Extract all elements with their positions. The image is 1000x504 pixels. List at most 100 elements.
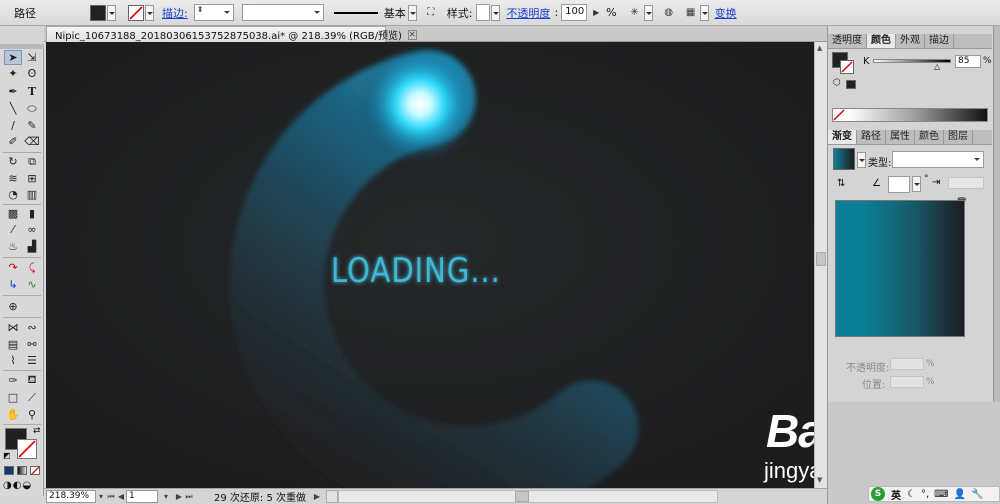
stroke-color-box[interactable] — [17, 439, 37, 459]
stop-location-field[interactable] — [890, 376, 924, 388]
aspect-ratio-field[interactable] — [948, 177, 984, 189]
toolbox-gripper[interactable] — [0, 44, 44, 49]
draw-mode-icons[interactable]: ◑◐◒ — [3, 480, 32, 491]
web-safe-swatch[interactable] — [846, 80, 856, 89]
zoom-tool-icon[interactable]: ⚲ — [23, 407, 41, 422]
tab-attributes[interactable]: 属性 — [886, 130, 915, 144]
fill-dropdown[interactable] — [107, 4, 116, 21]
document-tab[interactable]: Nipic_10673188_20180306153752875038.ai* … — [46, 26, 417, 42]
gradient-preset-dropdown[interactable] — [857, 152, 866, 168]
user-icon[interactable]: 👤 — [954, 489, 966, 500]
gradient-tool-icon[interactable]: ▮ — [23, 206, 41, 221]
last-artboard-icon[interactable]: ⏭ — [184, 492, 194, 502]
wrench-icon[interactable]: 🔧 — [971, 489, 983, 500]
zoom-field[interactable]: 218.39% — [46, 490, 96, 503]
custom-curve-tool-icon[interactable]: ↷ — [4, 260, 22, 275]
close-icon[interactable]: ✕ — [407, 29, 417, 40]
scroll-down-icon[interactable]: ▼ — [817, 476, 822, 484]
stop-opacity-field[interactable] — [890, 358, 924, 370]
graphic-style-dropdown[interactable] — [491, 4, 501, 21]
hscroll-left-button[interactable] — [326, 490, 338, 503]
line-tool-icon[interactable]: ╲ — [4, 101, 22, 116]
tab-transparency[interactable]: 透明度 — [828, 34, 867, 48]
custom-wave-tool-icon[interactable]: ∿ — [23, 277, 41, 292]
pencil-tool-icon[interactable]: ✎ — [23, 118, 41, 133]
tab-layers[interactable]: 图层 — [944, 130, 973, 144]
color-mode-icon[interactable] — [4, 466, 14, 475]
symbol-sprayer-tool-icon[interactable]: ♨ — [4, 239, 22, 254]
eraser-tool-icon[interactable]: ⌫ — [23, 134, 41, 149]
globe-icon[interactable]: ◍ — [661, 5, 677, 21]
graph-tool-icon[interactable]: ▤ — [4, 337, 22, 352]
reverse-gradient-icon[interactable]: ⇅ — [837, 178, 845, 189]
artboard-tool-icon[interactable]: □ — [4, 390, 22, 405]
panel-dock-strip[interactable] — [993, 26, 1000, 156]
hand-tool-icon[interactable]: ✋ — [4, 407, 22, 422]
sogou-logo-icon[interactable]: S — [871, 487, 885, 501]
perspective-grid-tool-icon[interactable]: ▥ — [23, 187, 41, 202]
custom-arc-tool-icon[interactable]: ⤹ — [23, 260, 41, 275]
zigzag-tool-icon[interactable]: ⌇ — [4, 353, 22, 368]
paintbrush-tool-icon[interactable]: ∕ — [4, 118, 22, 133]
punctuation-icon[interactable]: °, — [921, 489, 929, 500]
gradient-angle-dropdown[interactable] — [912, 176, 921, 192]
k-channel-field[interactable]: 85 — [955, 55, 981, 68]
eyedropper-plus-tool-icon[interactable]: ✑ — [4, 373, 22, 388]
horizontal-scrollbar[interactable] — [338, 490, 718, 503]
custom-hook-tool-icon[interactable]: ↳ — [4, 277, 22, 292]
out-of-gamut-icon[interactable]: ⬡ — [833, 78, 841, 88]
tab-stroke[interactable]: 描边 — [925, 34, 954, 48]
gradient-mode-icon[interactable] — [17, 466, 27, 475]
live-paint-tool-icon[interactable]: ⛾ — [23, 373, 41, 388]
crosshair-tool-icon[interactable]: ⊕ — [4, 299, 22, 314]
blob-brush-tool-icon[interactable]: ✐ — [4, 134, 22, 149]
opacity-link[interactable]: 不透明度 — [506, 5, 550, 21]
warp-tool-icon[interactable]: ≋ — [4, 171, 22, 186]
selection-tool-icon[interactable]: ➤ — [4, 50, 22, 65]
none-swatch-icon[interactable] — [833, 109, 845, 121]
rotate-tool-icon[interactable]: ↻ — [4, 154, 22, 169]
opacity-field[interactable]: 100 — [561, 4, 588, 21]
magic-wand-tool-icon[interactable]: ✦ — [4, 66, 22, 81]
align-grid-icon[interactable]: ⛶ — [423, 5, 439, 21]
color-spectrum-ramp[interactable] — [832, 108, 988, 122]
blend-tool-icon[interactable]: ∞ — [23, 222, 41, 237]
ellipse-tool-icon[interactable]: ⬭ — [23, 101, 41, 116]
scale-tool-icon[interactable]: ⧉ — [23, 154, 41, 169]
moon-icon[interactable]: ☾ — [907, 489, 916, 500]
prev-artboard-icon[interactable]: ◀ — [116, 492, 126, 501]
brush-dropdown[interactable] — [407, 4, 417, 21]
stroke-panel-link[interactable]: 描边: — [162, 5, 188, 21]
column-graph-tool-icon[interactable]: ▟ — [23, 239, 41, 254]
direct-selection-tool-icon[interactable]: ⇲ — [23, 50, 41, 65]
first-artboard-icon[interactable]: ⏮ — [106, 492, 116, 502]
artboard-canvas[interactable]: LOADING... Bai du 经验 jingyan.baidu.com — [46, 42, 814, 488]
twirl-tool-icon[interactable]: ∾ — [23, 320, 41, 335]
envelope-tool-icon[interactable]: ⋈ — [4, 320, 22, 335]
align-tool-icon[interactable]: ☰ — [23, 353, 41, 368]
vertical-scrollbar[interactable]: ▲ ▼ — [814, 42, 827, 488]
gradient-ramp-preview[interactable] — [835, 200, 965, 337]
lasso-tool-icon[interactable]: ʘ — [23, 66, 41, 81]
graphic-style-swatch[interactable] — [476, 4, 491, 21]
transform-dropdown[interactable] — [699, 4, 709, 21]
opacity-arrow-icon[interactable]: ▶ — [588, 5, 604, 21]
zoom-dropdown-icon[interactable]: ▾ — [96, 492, 106, 501]
pathfinder-tool-icon[interactable]: ⚯ — [23, 337, 41, 352]
tab-color-2[interactable]: 颜色 — [915, 130, 944, 144]
stroke-dropdown[interactable] — [145, 4, 154, 21]
fill-swatch[interactable] — [90, 4, 106, 21]
vertical-scroll-thumb[interactable] — [816, 252, 826, 266]
default-colors-icon[interactable]: ◩ — [3, 451, 11, 460]
tab-color[interactable]: 颜色 — [867, 34, 896, 48]
horizontal-scroll-thumb[interactable] — [515, 491, 529, 502]
tab-appearance[interactable]: 外观 — [896, 34, 925, 48]
stroke-profile-label[interactable]: 基本 — [384, 5, 406, 21]
recolor-dropdown[interactable] — [643, 4, 653, 21]
gradient-angle-field[interactable] — [888, 176, 910, 193]
artboard-dropdown-icon[interactable]: ▾ — [158, 492, 174, 501]
status-menu-icon[interactable]: ▶ — [312, 492, 322, 501]
loading-text[interactable]: LOADING... — [331, 252, 501, 291]
mesh-tool-icon[interactable]: ▩ — [4, 206, 22, 221]
next-artboard-icon[interactable]: ▶ — [174, 492, 184, 501]
